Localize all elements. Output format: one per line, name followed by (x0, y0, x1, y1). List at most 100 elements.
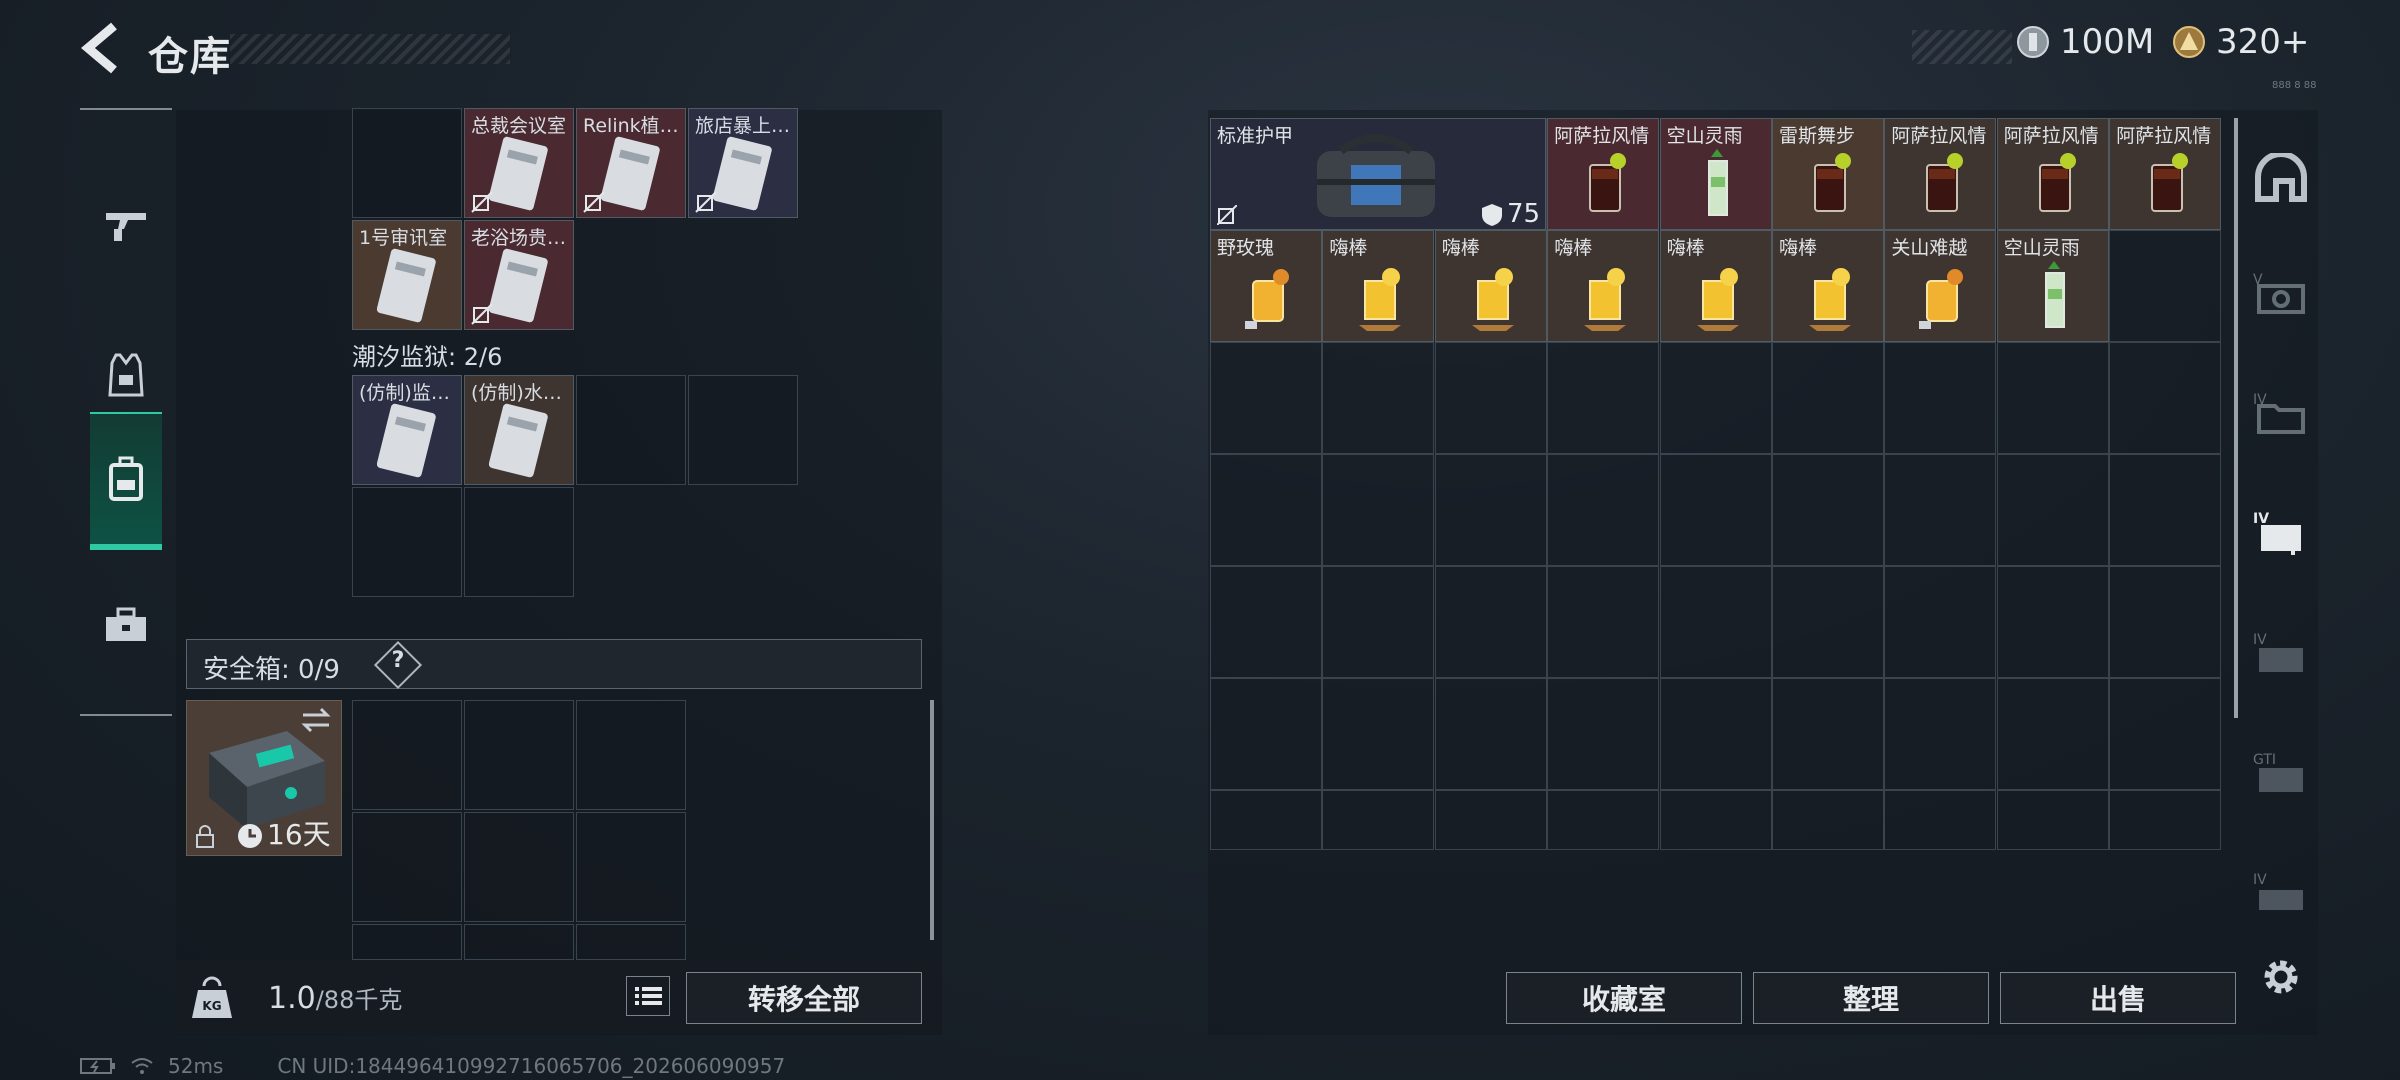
nav-toolbox[interactable] (90, 560, 162, 690)
grid-cell[interactable] (2109, 230, 2222, 342)
keycard-item[interactable]: 旅店暴上… (688, 108, 798, 218)
nav-home[interactable] (2246, 143, 2316, 213)
grid-cell[interactable] (1322, 454, 1435, 566)
grid-cell[interactable] (1659, 678, 1772, 790)
drink-item[interactable]: 嗨棒 (1772, 230, 1884, 342)
collection-room-button[interactable]: 收藏室 (1506, 972, 1742, 1024)
grid-cell[interactable] (464, 924, 574, 960)
keycard-item[interactable]: 老浴场贵… (464, 220, 574, 330)
grid-cell[interactable] (576, 924, 686, 960)
keycard-item[interactable]: (仿制)水… (464, 375, 574, 485)
grid-cell[interactable] (1659, 566, 1772, 678)
grid-cell[interactable] (1547, 678, 1660, 790)
grid-cell[interactable] (1547, 790, 1660, 850)
grid-cell[interactable] (1210, 566, 1322, 678)
grid-cell[interactable] (1996, 678, 2109, 790)
grid-cell[interactable] (1434, 454, 1547, 566)
grid-cell[interactable] (1547, 342, 1660, 454)
drink-item[interactable]: 雷斯舞步 (1772, 118, 1884, 230)
grid-cell[interactable] (1210, 790, 1322, 850)
grid-cell[interactable] (464, 487, 574, 597)
grid-cell[interactable] (1322, 566, 1435, 678)
grid-cell[interactable] (1547, 566, 1660, 678)
grid-cell[interactable] (1210, 678, 1322, 790)
grid-cell[interactable] (1884, 454, 1997, 566)
grid-cell[interactable] (1884, 342, 1997, 454)
nav-camera[interactable]: V (2246, 258, 2316, 328)
right-scrollbar[interactable] (2234, 118, 2238, 718)
currency-gold[interactable]: 320+ (2172, 22, 2309, 62)
grid-cell[interactable] (352, 924, 462, 960)
grid-cell[interactable] (1322, 342, 1435, 454)
grid-cell[interactable] (2109, 454, 2222, 566)
grid-cell[interactable] (1322, 678, 1435, 790)
nav-medkit[interactable]: IV (2246, 498, 2316, 568)
grid-cell[interactable] (2109, 342, 2222, 454)
nav-backpack[interactable] (90, 412, 162, 550)
sort-button[interactable]: 整理 (1753, 972, 1989, 1024)
drink-item[interactable]: 野玫瑰 (1210, 230, 1322, 342)
keycard-item[interactable]: Relink植… (576, 108, 686, 218)
drink-item[interactable]: 阿萨拉风情 (1884, 118, 1997, 230)
drink-item[interactable]: 嗨棒 (1434, 230, 1547, 342)
grid-cell[interactable] (1772, 566, 1884, 678)
nav-weapons[interactable] (90, 160, 162, 290)
grid-cell[interactable] (1434, 678, 1547, 790)
grid-cell[interactable] (688, 375, 798, 485)
grid-cell[interactable] (1884, 566, 1997, 678)
nav-case[interactable]: IV (2246, 858, 2316, 928)
grid-cell[interactable] (464, 812, 574, 922)
grid-cell[interactable] (352, 700, 462, 810)
drink-item[interactable]: 阿萨拉风情 (2109, 118, 2222, 230)
grid-cell[interactable] (1434, 790, 1547, 850)
sell-button[interactable]: 出售 (2000, 972, 2236, 1024)
back-arrow-icon[interactable] (78, 22, 126, 74)
grid-cell[interactable] (1547, 454, 1660, 566)
grid-cell[interactable] (576, 812, 686, 922)
nav-folder[interactable]: IV (2246, 378, 2316, 448)
grid-cell[interactable] (2109, 790, 2222, 850)
keycard-item[interactable]: 总裁会议室 (464, 108, 574, 218)
nav-tag[interactable]: IV (2246, 618, 2316, 688)
drink-item[interactable]: 嗨棒 (1322, 230, 1435, 342)
grid-cell[interactable] (1210, 454, 1322, 566)
swap-icon[interactable] (299, 707, 333, 733)
drink-item[interactable]: 空山灵雨 (1659, 118, 1772, 230)
grid-cell[interactable] (2109, 566, 2222, 678)
drink-item[interactable]: 阿萨拉风情 (1547, 118, 1660, 230)
grid-cell[interactable] (576, 375, 686, 485)
grid-cell[interactable] (1772, 342, 1884, 454)
grid-cell[interactable] (1884, 790, 1997, 850)
drink-item[interactable]: 嗨棒 (1547, 230, 1660, 342)
keycard-item[interactable]: 1号审讯室 (352, 220, 462, 330)
grid-cell[interactable] (1434, 342, 1547, 454)
grid-cell[interactable] (1659, 790, 1772, 850)
drink-item[interactable]: 阿萨拉风情 (1996, 118, 2109, 230)
drink-item[interactable]: 嗨棒 (1659, 230, 1772, 342)
grid-cell[interactable] (2109, 678, 2222, 790)
nav-card[interactable]: GTI (2246, 738, 2316, 808)
grid-cell[interactable] (352, 812, 462, 922)
grid-cell[interactable] (352, 108, 462, 218)
drink-item[interactable]: 空山灵雨 (1996, 230, 2109, 342)
grid-cell[interactable] (352, 487, 462, 597)
list-view-button[interactable] (626, 976, 670, 1016)
grid-cell[interactable] (1884, 678, 1997, 790)
grid-cell[interactable] (1772, 678, 1884, 790)
transfer-all-button[interactable]: 转移全部 (686, 972, 922, 1024)
grid-cell[interactable] (1996, 790, 2109, 850)
currency-silver[interactable]: 100M (2016, 22, 2154, 62)
left-scrollbar[interactable] (930, 700, 934, 940)
grid-cell[interactable] (1434, 566, 1547, 678)
grid-cell[interactable] (1996, 566, 2109, 678)
grid-cell[interactable] (1322, 790, 1435, 850)
grid-cell[interactable] (1772, 790, 1884, 850)
grid-cell[interactable] (1996, 342, 2109, 454)
safe-box-item[interactable]: 16天 (186, 700, 342, 856)
drink-item[interactable]: 关山难越 (1884, 230, 1997, 342)
grid-cell[interactable] (1996, 454, 2109, 566)
grid-cell[interactable] (1772, 454, 1884, 566)
grid-cell[interactable] (464, 700, 574, 810)
keycard-item[interactable]: (仿制)监… (352, 375, 462, 485)
grid-cell[interactable] (1210, 342, 1322, 454)
